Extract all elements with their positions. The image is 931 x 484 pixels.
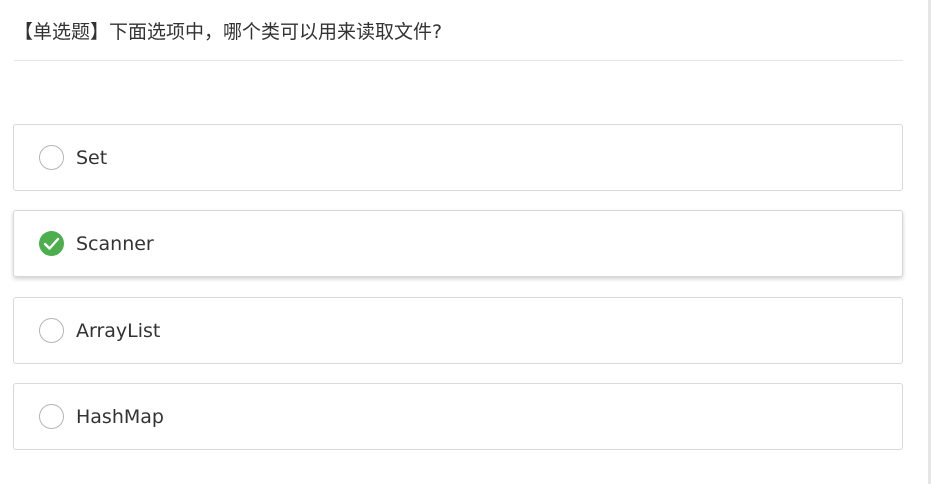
radio-circle-icon[interactable] [39, 145, 64, 170]
question-page: 【单选题】下面选项中，哪个类可以用来读取文件? Set Scanner Arra… [0, 0, 931, 484]
option-arraylist[interactable]: ArrayList [13, 297, 903, 364]
question-header: 【单选题】下面选项中，哪个类可以用来读取文件? [14, 0, 903, 61]
option-label: Set [76, 147, 108, 169]
radio-circle-icon[interactable] [39, 318, 64, 343]
option-scanner[interactable]: Scanner [13, 210, 903, 277]
question-title: 【单选题】下面选项中，哪个类可以用来读取文件? [14, 21, 443, 43]
option-hashmap[interactable]: HashMap [13, 383, 903, 450]
check-circle-icon[interactable] [39, 231, 64, 256]
option-label: HashMap [76, 406, 164, 428]
option-label: ArrayList [76, 320, 161, 342]
option-label: Scanner [76, 233, 154, 255]
radio-circle-icon[interactable] [39, 404, 64, 429]
option-set[interactable]: Set [13, 124, 903, 191]
